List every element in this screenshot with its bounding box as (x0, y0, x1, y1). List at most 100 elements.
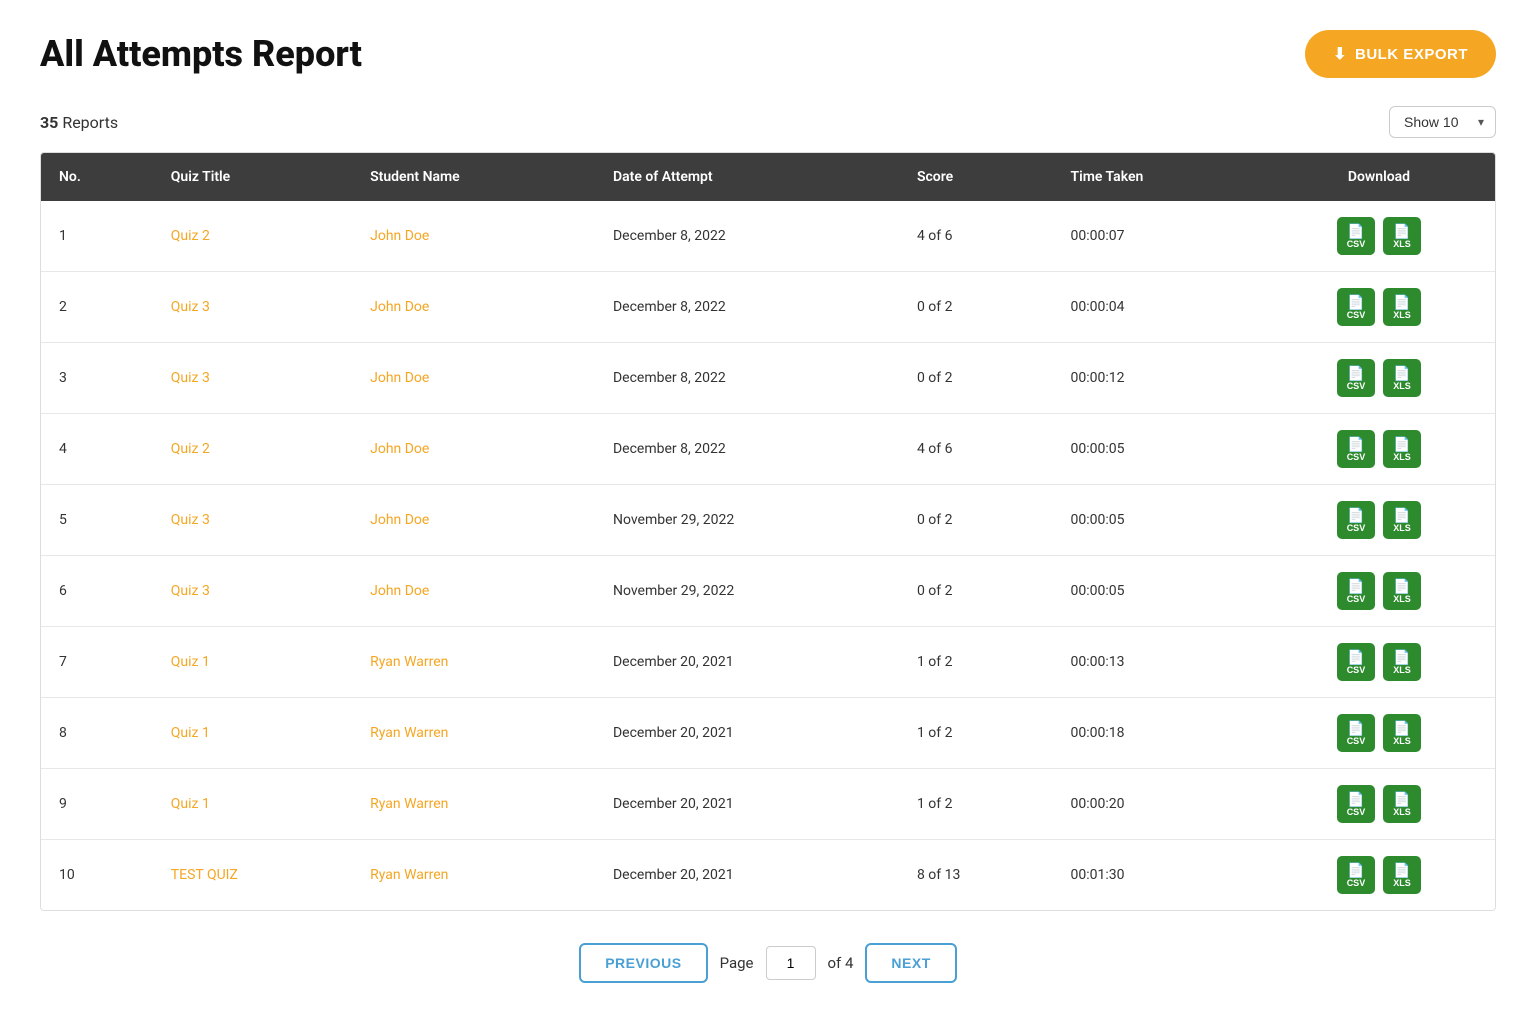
quiz-title-link[interactable]: Quiz 3 (171, 512, 210, 528)
csv-download-button[interactable]: 📄 CSV (1337, 643, 1375, 681)
quiz-title-link[interactable]: Quiz 1 (171, 796, 210, 812)
bulk-export-button[interactable]: ⬇ BULK EXPORT (1305, 30, 1496, 78)
file-icon: 📄 (1347, 295, 1364, 309)
csv-download-button[interactable]: 📄 CSV (1337, 430, 1375, 468)
cell-time-taken: 00:00:18 (1052, 698, 1262, 769)
quiz-title-link[interactable]: Quiz 3 (171, 370, 210, 386)
csv-download-button[interactable]: 📄 CSV (1337, 572, 1375, 610)
csv-label: CSV (1347, 524, 1366, 533)
download-buttons: 📄 CSV 📄 XLS (1281, 785, 1477, 823)
table-row: 4 Quiz 2 John Doe December 8, 2022 4 of … (41, 414, 1495, 485)
xls-download-button[interactable]: 📄 XLS (1383, 714, 1421, 752)
file-icon: 📄 (1347, 721, 1364, 735)
xls-download-button[interactable]: 📄 XLS (1383, 430, 1421, 468)
xls-download-button[interactable]: 📄 XLS (1383, 785, 1421, 823)
xls-download-button[interactable]: 📄 XLS (1383, 288, 1421, 326)
quiz-title-link[interactable]: Quiz 2 (171, 228, 210, 244)
student-name-link[interactable]: Ryan Warren (370, 725, 448, 741)
cell-quiz-title: TEST QUIZ (153, 840, 352, 911)
xls-download-button[interactable]: 📄 XLS (1383, 856, 1421, 894)
previous-button[interactable]: PREVIOUS (579, 943, 707, 983)
cell-time-taken: 00:00:07 (1052, 201, 1262, 272)
page-header: All Attempts Report ⬇ BULK EXPORT (40, 30, 1496, 78)
cell-quiz-title: Quiz 3 (153, 485, 352, 556)
cell-date: November 29, 2022 (595, 485, 899, 556)
export-icon: ⬇ (1333, 44, 1347, 64)
csv-download-button[interactable]: 📄 CSV (1337, 501, 1375, 539)
cell-score: 1 of 2 (899, 698, 1053, 769)
cell-date: December 8, 2022 (595, 343, 899, 414)
xls-download-button[interactable]: 📄 XLS (1383, 643, 1421, 681)
student-name-link[interactable]: John Doe (370, 299, 429, 315)
reports-count-label: Reports (62, 113, 118, 132)
xls-download-button[interactable]: 📄 XLS (1383, 217, 1421, 255)
cell-no: 2 (41, 272, 153, 343)
student-name-link[interactable]: John Doe (370, 583, 429, 599)
file-icon: 📄 (1393, 224, 1410, 238)
csv-download-button[interactable]: 📄 CSV (1337, 714, 1375, 752)
page-input[interactable] (766, 946, 816, 980)
xls-download-button[interactable]: 📄 XLS (1383, 359, 1421, 397)
quiz-title-link[interactable]: Quiz 1 (171, 725, 210, 741)
file-icon: 📄 (1347, 437, 1364, 451)
xls-label: XLS (1393, 524, 1411, 533)
show-select[interactable]: Show 5 Show 10 Show 25 Show 50 (1389, 106, 1496, 138)
cell-no: 1 (41, 201, 153, 272)
download-buttons: 📄 CSV 📄 XLS (1281, 359, 1477, 397)
file-icon: 📄 (1347, 508, 1364, 522)
student-name-link[interactable]: John Doe (370, 512, 429, 528)
file-icon: 📄 (1347, 224, 1364, 238)
quiz-title-link[interactable]: Quiz 2 (171, 441, 210, 457)
cell-score: 0 of 2 (899, 485, 1053, 556)
cell-download: 📄 CSV 📄 XLS (1263, 556, 1495, 627)
cell-quiz-title: Quiz 3 (153, 343, 352, 414)
table-row: 1 Quiz 2 John Doe December 8, 2022 4 of … (41, 201, 1495, 272)
student-name-link[interactable]: Ryan Warren (370, 867, 448, 883)
col-download: Download (1263, 153, 1495, 201)
cell-student-name: John Doe (352, 272, 595, 343)
cell-download: 📄 CSV 📄 XLS (1263, 343, 1495, 414)
student-name-link[interactable]: Ryan Warren (370, 654, 448, 670)
csv-download-button[interactable]: 📄 CSV (1337, 785, 1375, 823)
cell-date: December 8, 2022 (595, 414, 899, 485)
table-row: 5 Quiz 3 John Doe November 29, 2022 0 of… (41, 485, 1495, 556)
student-name-link[interactable]: Ryan Warren (370, 796, 448, 812)
xls-download-button[interactable]: 📄 XLS (1383, 572, 1421, 610)
csv-download-button[interactable]: 📄 CSV (1337, 217, 1375, 255)
csv-label: CSV (1347, 666, 1366, 675)
quiz-title-link[interactable]: Quiz 3 (171, 299, 210, 315)
csv-download-button[interactable]: 📄 CSV (1337, 288, 1375, 326)
cell-quiz-title: Quiz 3 (153, 556, 352, 627)
cell-download: 📄 CSV 📄 XLS (1263, 485, 1495, 556)
next-button[interactable]: NEXT (865, 943, 956, 983)
student-name-link[interactable]: John Doe (370, 228, 429, 244)
cell-download: 📄 CSV 📄 XLS (1263, 201, 1495, 272)
csv-download-button[interactable]: 📄 CSV (1337, 359, 1375, 397)
table-controls: 35 Reports Show 5 Show 10 Show 25 Show 5… (40, 106, 1496, 138)
student-name-link[interactable]: John Doe (370, 441, 429, 457)
quiz-title-link[interactable]: Quiz 1 (171, 654, 210, 670)
file-icon: 📄 (1393, 650, 1410, 664)
csv-download-button[interactable]: 📄 CSV (1337, 856, 1375, 894)
file-icon: 📄 (1393, 721, 1410, 735)
bulk-export-label: BULK EXPORT (1355, 46, 1468, 63)
download-buttons: 📄 CSV 📄 XLS (1281, 501, 1477, 539)
file-icon: 📄 (1393, 792, 1410, 806)
cell-time-taken: 00:00:20 (1052, 769, 1262, 840)
quiz-title-link[interactable]: Quiz 3 (171, 583, 210, 599)
table-row: 9 Quiz 1 Ryan Warren December 20, 2021 1… (41, 769, 1495, 840)
cell-score: 8 of 13 (899, 840, 1053, 911)
file-icon: 📄 (1393, 366, 1410, 380)
attempts-table: No. Quiz Title Student Name Date of Atte… (41, 153, 1495, 910)
student-name-link[interactable]: John Doe (370, 370, 429, 386)
quiz-title-link[interactable]: TEST QUIZ (171, 867, 238, 883)
csv-label: CSV (1347, 453, 1366, 462)
download-buttons: 📄 CSV 📄 XLS (1281, 856, 1477, 894)
file-icon: 📄 (1393, 863, 1410, 877)
xls-download-button[interactable]: 📄 XLS (1383, 501, 1421, 539)
file-icon: 📄 (1347, 366, 1364, 380)
page-label: Page (720, 954, 754, 972)
cell-time-taken: 00:00:04 (1052, 272, 1262, 343)
table-row: 6 Quiz 3 John Doe November 29, 2022 0 of… (41, 556, 1495, 627)
cell-no: 4 (41, 414, 153, 485)
